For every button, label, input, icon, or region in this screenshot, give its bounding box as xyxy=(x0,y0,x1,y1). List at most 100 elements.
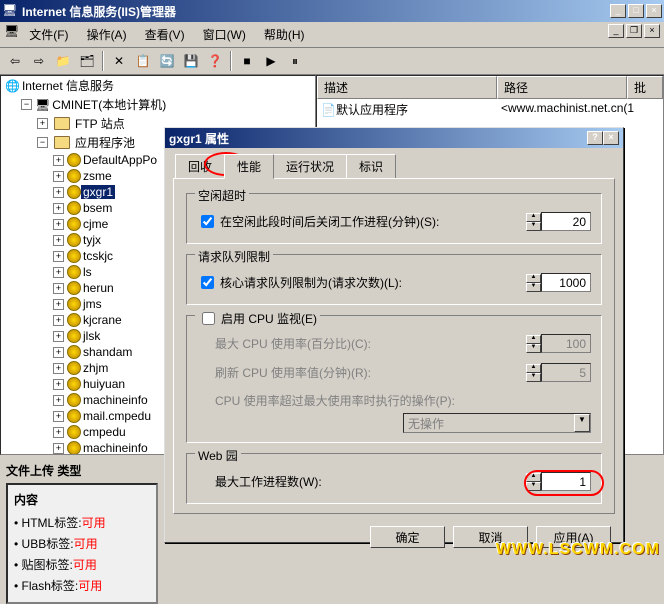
minimize-button[interactable]: _ xyxy=(610,4,626,18)
tree-pool[interactable]: machineinfo xyxy=(81,393,150,407)
tree-toggle[interactable]: + xyxy=(53,443,64,454)
tree-toggle[interactable]: + xyxy=(53,219,64,230)
tree-pool[interactable]: cjme xyxy=(81,217,110,231)
tab-identity[interactable]: 标识 xyxy=(346,154,396,178)
tree-toggle[interactable]: + xyxy=(53,283,64,294)
spin-down[interactable]: ▼ xyxy=(526,283,541,292)
tree-pool[interactable]: bsem xyxy=(81,201,114,215)
up-button[interactable]: 📁 xyxy=(52,50,74,72)
tree-toggle[interactable]: + xyxy=(53,171,64,182)
gear-icon xyxy=(67,393,81,407)
tree-toggle[interactable]: + xyxy=(53,379,64,390)
tree-root[interactable]: Internet 信息服务 xyxy=(20,77,116,94)
tree-pool[interactable]: zsme xyxy=(81,169,114,183)
menu-help[interactable]: 帮助(H) xyxy=(256,24,313,45)
tree-pool[interactable]: DefaultAppPo xyxy=(81,153,159,167)
tree-toggle[interactable]: + xyxy=(53,187,64,198)
label-maxcpu: 最大 CPU 使用率(百分比)(C): xyxy=(197,335,526,352)
close-button[interactable]: × xyxy=(646,4,662,18)
menu-action[interactable]: 操作(A) xyxy=(79,24,135,45)
tree-toggle[interactable]: + xyxy=(53,363,64,374)
label-refresh: 刷新 CPU 使用率值(分钟)(R): xyxy=(197,364,526,381)
maximize-button[interactable]: □ xyxy=(628,4,644,18)
tree-computer[interactable]: CMINET(本地计算机) xyxy=(50,96,168,113)
refresh-button[interactable]: 🔄 xyxy=(156,50,178,72)
input-idle[interactable] xyxy=(541,212,591,231)
views-button[interactable]: 🗂 xyxy=(76,50,98,72)
tree-pool[interactable]: jlsk xyxy=(81,329,102,343)
tree-pool[interactable]: tcskjc xyxy=(81,249,115,263)
help-button[interactable]: ❓ xyxy=(204,50,226,72)
dialog-close-button[interactable]: × xyxy=(603,131,619,145)
tree-pool[interactable]: huiyuan xyxy=(81,377,127,391)
tree-toggle[interactable]: + xyxy=(53,235,64,246)
tree-toggle[interactable]: + xyxy=(53,315,64,326)
checkbox-idle[interactable] xyxy=(201,215,214,228)
ok-button[interactable]: 确定 xyxy=(370,526,445,548)
tree-pool[interactable]: machineinfo xyxy=(81,441,150,455)
tree-pool[interactable]: shandam xyxy=(81,345,134,359)
tree-toggle[interactable]: + xyxy=(53,203,64,214)
tree-toggle[interactable]: + xyxy=(53,155,64,166)
properties-button[interactable]: 📋 xyxy=(132,50,154,72)
menu-view[interactable]: 查看(V) xyxy=(137,24,193,45)
export-button[interactable]: 💾 xyxy=(180,50,202,72)
spin-down[interactable]: ▼ xyxy=(526,482,541,491)
tree-pool[interactable]: zhjm xyxy=(81,361,110,375)
checkbox-cpu[interactable] xyxy=(202,312,215,325)
play-button[interactable]: ▶ xyxy=(260,50,282,72)
tree-pool-selected[interactable]: gxgr1 xyxy=(81,185,115,199)
menu-window[interactable]: 窗口(W) xyxy=(195,24,254,45)
col-status[interactable]: 批 xyxy=(627,76,663,99)
tree-pool[interactable]: kjcrane xyxy=(81,313,124,327)
col-path[interactable]: 路径 xyxy=(497,76,627,99)
tree-toggle[interactable]: − xyxy=(37,137,48,148)
pause-button[interactable]: ⏸ xyxy=(284,50,306,72)
tree-pool[interactable]: cmpedu xyxy=(81,425,128,439)
tree-toggle[interactable]: + xyxy=(53,331,64,342)
menu-file[interactable]: 文件(F) xyxy=(21,24,76,45)
checkbox-queue[interactable] xyxy=(201,276,214,289)
list-row[interactable]: 📄默认应用程序 <www.machinist.net.cn(1 xyxy=(317,99,663,120)
spin-up: ▲ xyxy=(526,364,541,373)
tree-toggle[interactable]: + xyxy=(53,299,64,310)
tree-toggle[interactable]: + xyxy=(53,347,64,358)
mdi-restore[interactable]: ❐ xyxy=(626,24,642,38)
tab-recycle[interactable]: 回收 xyxy=(175,154,225,178)
mdi-minimize[interactable]: _ xyxy=(608,24,624,38)
spin-up[interactable]: ▲ xyxy=(526,274,541,283)
tree-toggle[interactable]: + xyxy=(53,395,64,406)
tree-toggle[interactable]: + xyxy=(53,411,64,422)
gear-icon xyxy=(67,345,81,359)
tree-apppool[interactable]: 应用程序池 xyxy=(73,134,137,151)
tab-health[interactable]: 运行状况 xyxy=(273,154,347,178)
forward-button[interactable]: ⇨ xyxy=(28,50,50,72)
tree-pool[interactable]: herun xyxy=(81,281,116,295)
tab-performance[interactable]: 性能 xyxy=(224,154,274,179)
input-maxproc[interactable] xyxy=(541,472,591,491)
tree-toggle[interactable]: + xyxy=(53,427,64,438)
col-description[interactable]: 描述 xyxy=(317,76,497,99)
mdi-close[interactable]: × xyxy=(644,24,660,38)
dialog-help-button[interactable]: ? xyxy=(587,131,603,145)
tree-pool[interactable]: jms xyxy=(81,297,104,311)
gear-icon xyxy=(67,233,81,247)
stop-button[interactable]: ■ xyxy=(236,50,258,72)
tree-pool[interactable]: mail.cmpedu xyxy=(81,409,153,423)
back-button[interactable]: ⇦ xyxy=(4,50,26,72)
delete-button[interactable]: ✕ xyxy=(108,50,130,72)
spin-down[interactable]: ▼ xyxy=(526,222,541,231)
spin-up[interactable]: ▲ xyxy=(526,213,541,222)
tree-pool[interactable]: tyjx xyxy=(81,233,103,247)
tree-toggle[interactable]: + xyxy=(53,251,64,262)
gear-icon xyxy=(67,169,81,183)
gear-icon xyxy=(67,425,81,439)
tree-toggle[interactable]: + xyxy=(53,267,64,278)
app-icon: 📄 xyxy=(321,103,336,117)
tree-ftp[interactable]: FTP 站点 xyxy=(73,115,127,132)
tree-pool[interactable]: ls xyxy=(81,265,94,279)
spin-up[interactable]: ▲ xyxy=(526,473,541,482)
tree-toggle[interactable]: + xyxy=(37,118,48,129)
input-queue[interactable] xyxy=(541,273,591,292)
tree-toggle[interactable]: − xyxy=(21,99,32,110)
